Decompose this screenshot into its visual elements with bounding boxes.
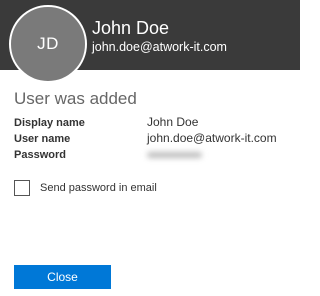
user-header: JD John Doe john.doe@atwork-it.com	[0, 0, 300, 83]
send-password-label: Send password in email	[40, 182, 157, 194]
display-name-value: John Doe	[147, 115, 199, 129]
header-user-email: john.doe@atwork-it.com	[92, 40, 227, 54]
display-name-label: Display name	[14, 117, 85, 129]
avatar-initials: JD	[37, 34, 59, 53]
password-value-obscured	[147, 149, 202, 160]
close-button[interactable]: Close	[14, 265, 111, 289]
user-name-label: User name	[14, 133, 71, 145]
user-name-value: john.doe@atwork-it.com	[147, 131, 277, 145]
user-added-panel: JD John Doe john.doe@atwork-it.com User …	[0, 0, 300, 296]
send-password-checkbox[interactable]	[14, 180, 30, 196]
header-user-name: John Doe	[92, 18, 170, 38]
avatar: JD	[9, 5, 87, 83]
blurred-password-mark	[147, 152, 202, 158]
password-label: Password	[14, 149, 66, 161]
page-title: User was added	[14, 89, 137, 108]
